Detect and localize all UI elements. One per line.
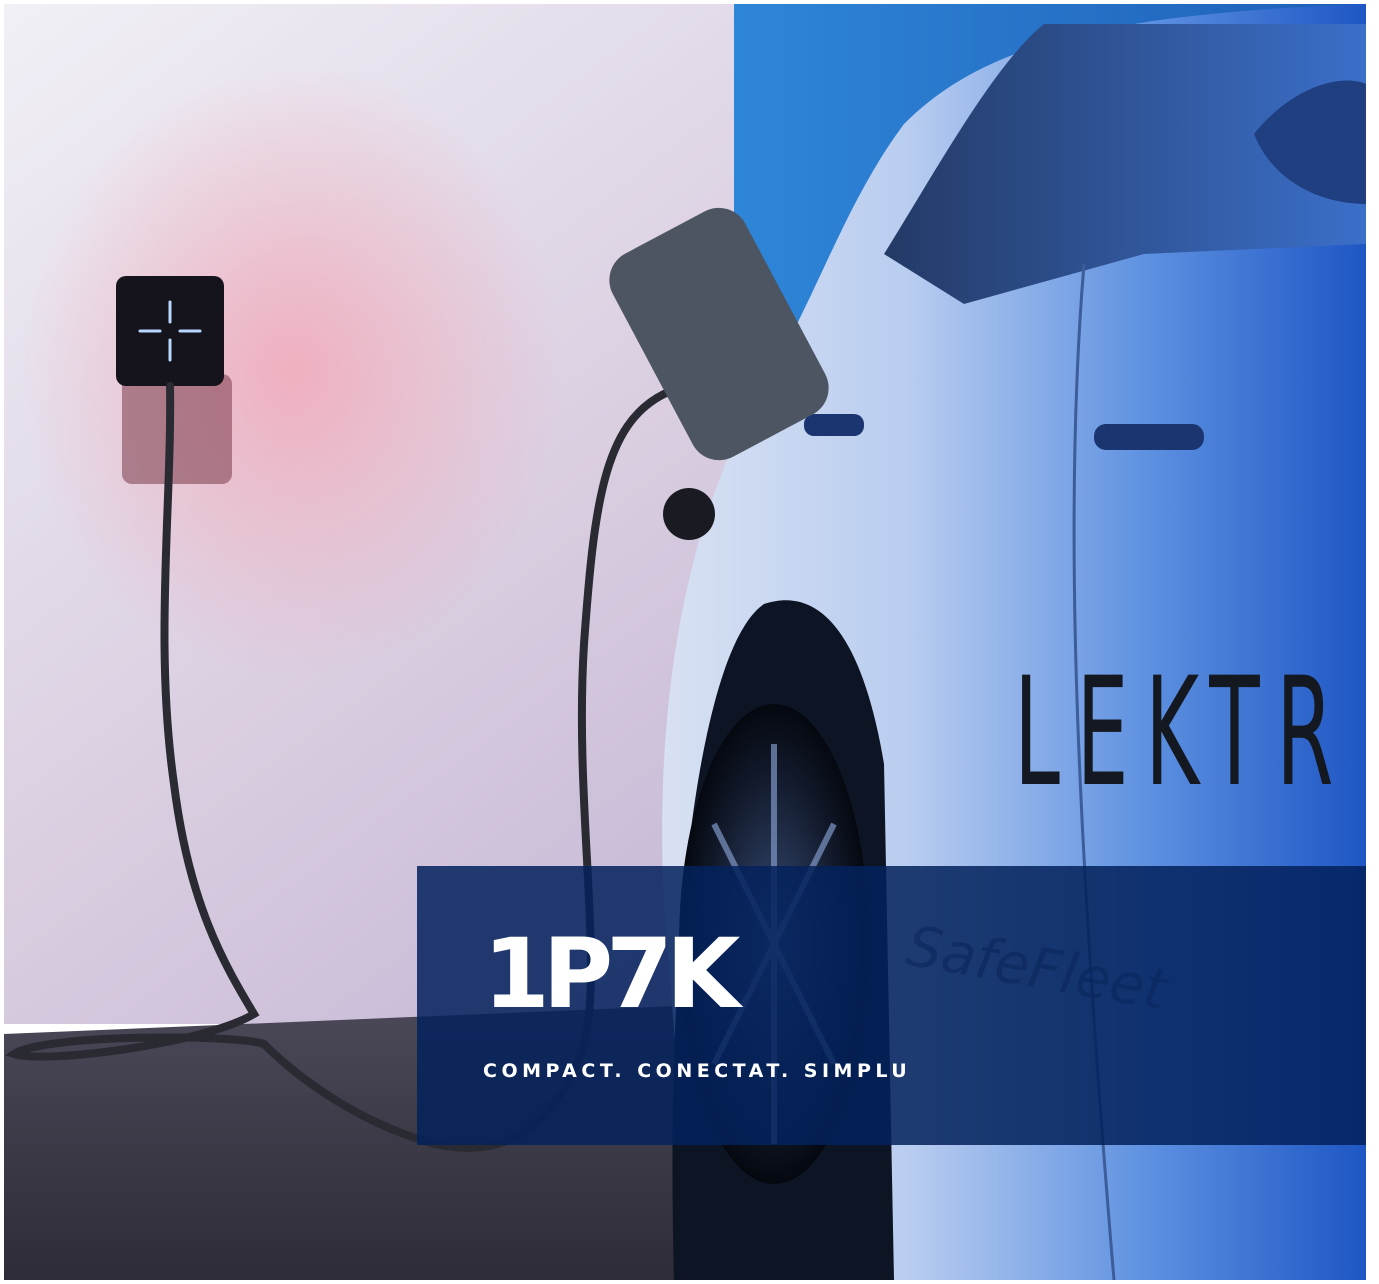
charger-shadow <box>122 374 232 484</box>
door-handle-rear <box>1094 424 1204 450</box>
product-name: 1P7K <box>483 918 740 1030</box>
headline-panel: 1P7K COMPACT. CONECTAT. SIMPLU <box>417 866 1366 1145</box>
hero-banner: LEKTR SafeFleet 1P7K COMPACT. CONECTAT. … <box>4 4 1366 1280</box>
tagline: COMPACT. CONECTAT. SIMPLU <box>483 1060 912 1082</box>
plug-cap <box>663 488 715 540</box>
door-handle-front <box>804 414 864 436</box>
car-lettering: LEKTR <box>1014 645 1350 820</box>
wall-charger <box>116 276 224 386</box>
